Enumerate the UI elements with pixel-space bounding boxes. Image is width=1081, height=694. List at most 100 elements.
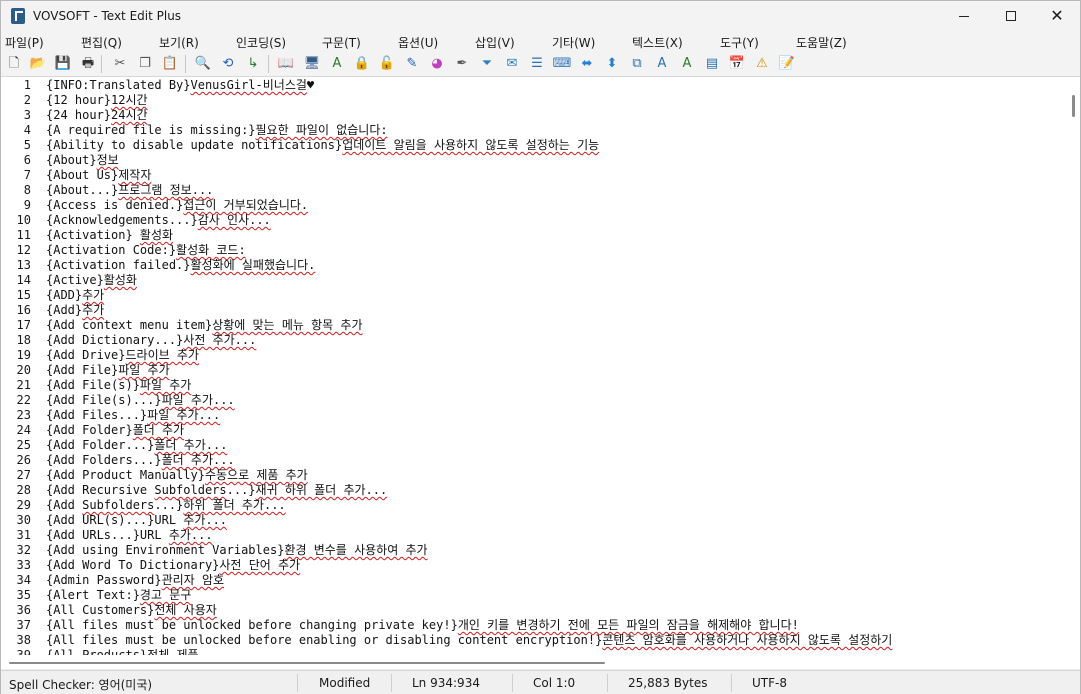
editor-line[interactable]: 28 {Add Recursive Subfolders...}재귀 하위 폴더 … xyxy=(1,483,1070,498)
editor-line[interactable]: 31 {Add URLs...}URL 추가... xyxy=(1,528,1070,543)
status-encoding[interactable]: UTF-8 xyxy=(752,676,787,690)
source-text: {Add Drive} xyxy=(46,348,126,362)
horizontal-scrollbar[interactable] xyxy=(1,655,1080,669)
editor-line[interactable]: 1 {INFO:Translated By}VenusGirl-비너스걸♥ xyxy=(1,78,1070,93)
close-button[interactable]: ✕ xyxy=(1034,1,1080,31)
editor-line[interactable]: 34 {Admin Password}관리자 암호 xyxy=(1,573,1070,588)
menu-view[interactable]: 보기(R) xyxy=(159,34,199,51)
menu-help[interactable]: 도움말(Z) xyxy=(796,34,847,51)
maximize-button[interactable] xyxy=(988,1,1034,31)
line-text: {All Products}전체 제품 xyxy=(46,648,199,655)
menu-options[interactable]: 옵션(U) xyxy=(398,34,438,51)
editor-line[interactable]: 16 {Add}추가 xyxy=(1,303,1070,318)
unlock-icon[interactable]: 🔓 xyxy=(378,55,396,73)
find-icon[interactable]: 🔍 xyxy=(194,55,212,73)
editor-line[interactable]: 37 {All files must be unlocked before cha… xyxy=(1,618,1070,633)
line-number: 13 xyxy=(16,258,31,272)
pen-icon[interactable]: ✒ xyxy=(453,55,471,73)
editor-line[interactable]: 23 {Add Files...}파일 추가... xyxy=(1,408,1070,423)
mail-icon[interactable]: ✉ xyxy=(503,55,521,73)
save-icon[interactable]: 💾 xyxy=(54,55,72,73)
goto-icon[interactable]: ↳ xyxy=(244,55,262,73)
vertical-scroll-thumb[interactable] xyxy=(1072,95,1075,117)
cut-icon[interactable]: ✂ xyxy=(111,55,129,73)
window-icon[interactable]: ▤ xyxy=(703,55,721,73)
translate-icon[interactable]: A xyxy=(653,55,671,73)
menu-insert[interactable]: 삽입(V) xyxy=(475,34,515,51)
editor-line[interactable]: 36 {All Customers}전체 사용자 xyxy=(1,603,1070,618)
line-number: 23 xyxy=(16,408,31,422)
editor-line[interactable]: 11 {Activation} 활성화 xyxy=(1,228,1070,243)
editor-line[interactable]: 19 {Add Drive}드라이브 추가 xyxy=(1,348,1070,363)
editor-line[interactable]: 26 {Add Folders...}폴더 추가... xyxy=(1,453,1070,468)
line-text: {Add Files...}파일 추가... xyxy=(46,408,220,423)
vertical-scrollbar[interactable] xyxy=(1070,77,1080,655)
editor-line[interactable]: 27 {Add Product Manually}수동으로 제품 추가 xyxy=(1,468,1070,483)
editor-line[interactable]: 21 {Add File(s)}파일 추가 xyxy=(1,378,1070,393)
menu-other[interactable]: 기타(W) xyxy=(552,34,595,51)
editor-line[interactable]: 10 {Acknowledgements...}감사 인사... xyxy=(1,213,1070,228)
editor-line[interactable]: 24 {Add Folder}폴더 추가 xyxy=(1,423,1070,438)
editor-line[interactable]: 12 {Activation Code:}활성화 코드: xyxy=(1,243,1070,258)
editor-line[interactable]: 38 {All files must be unlocked before ena… xyxy=(1,633,1070,648)
editor-line[interactable]: 20 {Add File}파일 추가 xyxy=(1,363,1070,378)
menu-text[interactable]: 텍스트(X) xyxy=(632,34,683,51)
menu-file[interactable]: 파일(P) xyxy=(5,34,44,51)
editor-line[interactable]: 33 {Add Word To Dictionary}사전 단어 추가 xyxy=(1,558,1070,573)
editor-line[interactable]: 25 {Add Folder...}폴더 추가... xyxy=(1,438,1070,453)
warning-icon[interactable]: ⚠ xyxy=(753,55,771,73)
editor-line[interactable]: 3 {24 hour}24시간 xyxy=(1,108,1070,123)
arrows-vertical-icon[interactable]: ⬍ xyxy=(603,55,621,73)
editor-line[interactable]: 9 {Access is denied.}접근이 거부되었습니다. xyxy=(1,198,1070,213)
filter-icon[interactable]: ⏷ xyxy=(478,55,496,73)
lock-icon[interactable]: 🔒 xyxy=(353,55,371,73)
replace-icon[interactable]: ⟲ xyxy=(219,55,237,73)
editor-line[interactable]: 17 {Add context menu item}상황에 맞는 메뉴 항목 추가 xyxy=(1,318,1070,333)
editor-line[interactable]: 30 {Add URL(s)...}URL 추가... xyxy=(1,513,1070,528)
editor-line[interactable]: 13 {Activation failed.}활성화에 실패했습니다. xyxy=(1,258,1070,273)
new-file-icon[interactable]: 🗋 xyxy=(5,55,23,73)
source-text: {ADD} xyxy=(46,288,83,302)
editor-line[interactable]: 29 {Add Subfolders...}하위 폴더 추가... xyxy=(1,498,1070,513)
duplicate-icon[interactable]: ⧉ xyxy=(628,55,646,73)
color-wheel-icon[interactable]: ◕ xyxy=(428,55,446,73)
editor-line[interactable]: 4 {A required file is missing:}필요한 파일이 없습… xyxy=(1,123,1070,138)
editor-line[interactable]: 15 {ADD}추가 xyxy=(1,288,1070,303)
menu-tools[interactable]: 도구(Y) xyxy=(720,34,759,51)
editor-line[interactable]: 6 {About}정보 xyxy=(1,153,1070,168)
open-folder-icon[interactable]: 📂 xyxy=(29,55,47,73)
note-icon[interactable]: 📝 xyxy=(778,55,796,73)
print-icon[interactable]: 🖶 xyxy=(79,55,97,73)
editor-line[interactable]: 22 {Add File(s)...}파일 추가... xyxy=(1,393,1070,408)
document-edit-icon[interactable]: ✎ xyxy=(403,55,421,73)
editor-line[interactable]: 18 {Add Dictionary...}사전 추가... xyxy=(1,333,1070,348)
editor-line[interactable]: 32 {Add using Environment Variables}환경 변수… xyxy=(1,543,1070,558)
copy-icon[interactable]: ❐ xyxy=(136,55,154,73)
translate-alt-icon[interactable]: A xyxy=(678,55,696,73)
editor-line[interactable]: 35 {Alert Text:}경고 문구 xyxy=(1,588,1070,603)
keyboard-icon[interactable]: ⌨ xyxy=(553,55,572,73)
paste-icon[interactable]: 📋 xyxy=(161,55,179,73)
editor-line[interactable]: 7 {About Us}제작자 xyxy=(1,168,1070,183)
menu-edit[interactable]: 편집(Q) xyxy=(81,34,122,51)
list-icon[interactable]: ☰ xyxy=(528,55,546,73)
editor-line[interactable]: 5 {Ability to disable update notification… xyxy=(1,138,1070,153)
editor-line[interactable]: 8 {About...}프로그램 정보... xyxy=(1,183,1070,198)
menu-encoding[interactable]: 인코딩(S) xyxy=(236,34,286,51)
monitor-icon[interactable]: 🖥 xyxy=(303,55,321,73)
book-icon[interactable]: 📖 xyxy=(277,55,295,73)
arrows-horizontal-icon[interactable]: ⬌ xyxy=(578,55,596,73)
line-number: 9 xyxy=(23,198,31,212)
editor-line[interactable]: 14 {Active}활성화 xyxy=(1,273,1070,288)
status-spell-checker[interactable]: Spell Checker: 영어(미국) xyxy=(9,676,152,693)
minimize-button[interactable] xyxy=(941,1,987,31)
line-number: 38 xyxy=(16,633,31,647)
text-editor[interactable]: 1 {INFO:Translated By}VenusGirl-비너스걸♥ 2 {12… xyxy=(1,77,1070,655)
calendar-icon[interactable]: 📅 xyxy=(728,55,746,73)
menu-syntax[interactable]: 구문(T) xyxy=(322,34,361,51)
editor-line[interactable]: 2 {12 hour}12시간 xyxy=(1,93,1070,108)
horizontal-scroll-thumb[interactable] xyxy=(9,662,605,664)
editor-line[interactable]: 39 {All Products}전체 제품 xyxy=(1,648,1070,655)
spell-check-icon[interactable]: A xyxy=(328,55,346,73)
line-text: {All files must be unlocked before enabl… xyxy=(46,633,892,648)
